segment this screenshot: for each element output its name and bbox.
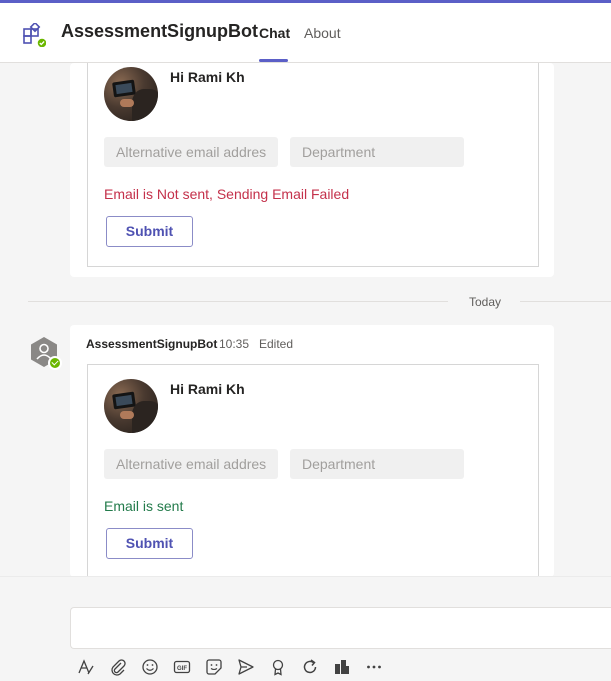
status-message: Email is Not sent, Sending Email Failed: [104, 186, 350, 202]
presence-available-icon: [48, 356, 62, 370]
svg-text:GIF: GIF: [177, 666, 187, 672]
user-avatar: [104, 67, 158, 121]
attach-icon[interactable]: [109, 658, 127, 676]
divider-line: [520, 301, 611, 302]
submit-button[interactable]: Submit: [106, 216, 193, 247]
gif-icon[interactable]: GIF: [173, 658, 191, 676]
loop-icon[interactable]: [301, 658, 319, 676]
active-tab-indicator: [259, 59, 288, 62]
greeting-text: Hi Rami Kh: [170, 381, 245, 397]
submit-button[interactable]: Submit: [106, 528, 193, 559]
praise-icon[interactable]: [269, 658, 287, 676]
tab-chat[interactable]: Chat: [259, 25, 290, 41]
message-timestamp: 10:35: [219, 337, 250, 351]
emoji-icon[interactable]: [141, 658, 159, 676]
tab-about[interactable]: About: [304, 25, 341, 41]
app-icon[interactable]: [22, 21, 48, 49]
more-options-icon[interactable]: [365, 658, 383, 676]
message-compose-box[interactable]: [70, 607, 611, 649]
app-title: AssessmentSignupBot: [61, 21, 259, 41]
department-input[interactable]: Department: [290, 137, 464, 167]
sender-name: AssessmentSignupBot: [86, 337, 218, 351]
user-avatar: [104, 379, 158, 433]
date-divider-label: Today: [469, 295, 502, 309]
greeting-text: Hi Rami Kh: [170, 69, 245, 85]
alternative-email-input[interactable]: Alternative email addres: [104, 449, 278, 479]
edited-label: Edited: [259, 337, 294, 351]
schedule-send-icon[interactable]: [237, 658, 255, 676]
department-input[interactable]: Department: [290, 449, 464, 479]
apps-icon[interactable]: [333, 658, 351, 676]
app-header: AssessmentSignupBot Chat About: [0, 3, 611, 63]
format-icon[interactable]: [77, 658, 95, 676]
divider-line: [28, 301, 448, 302]
sticker-icon[interactable]: [205, 658, 223, 676]
alternative-email-input[interactable]: Alternative email addres: [104, 137, 278, 167]
status-message: Email is sent: [104, 498, 184, 514]
